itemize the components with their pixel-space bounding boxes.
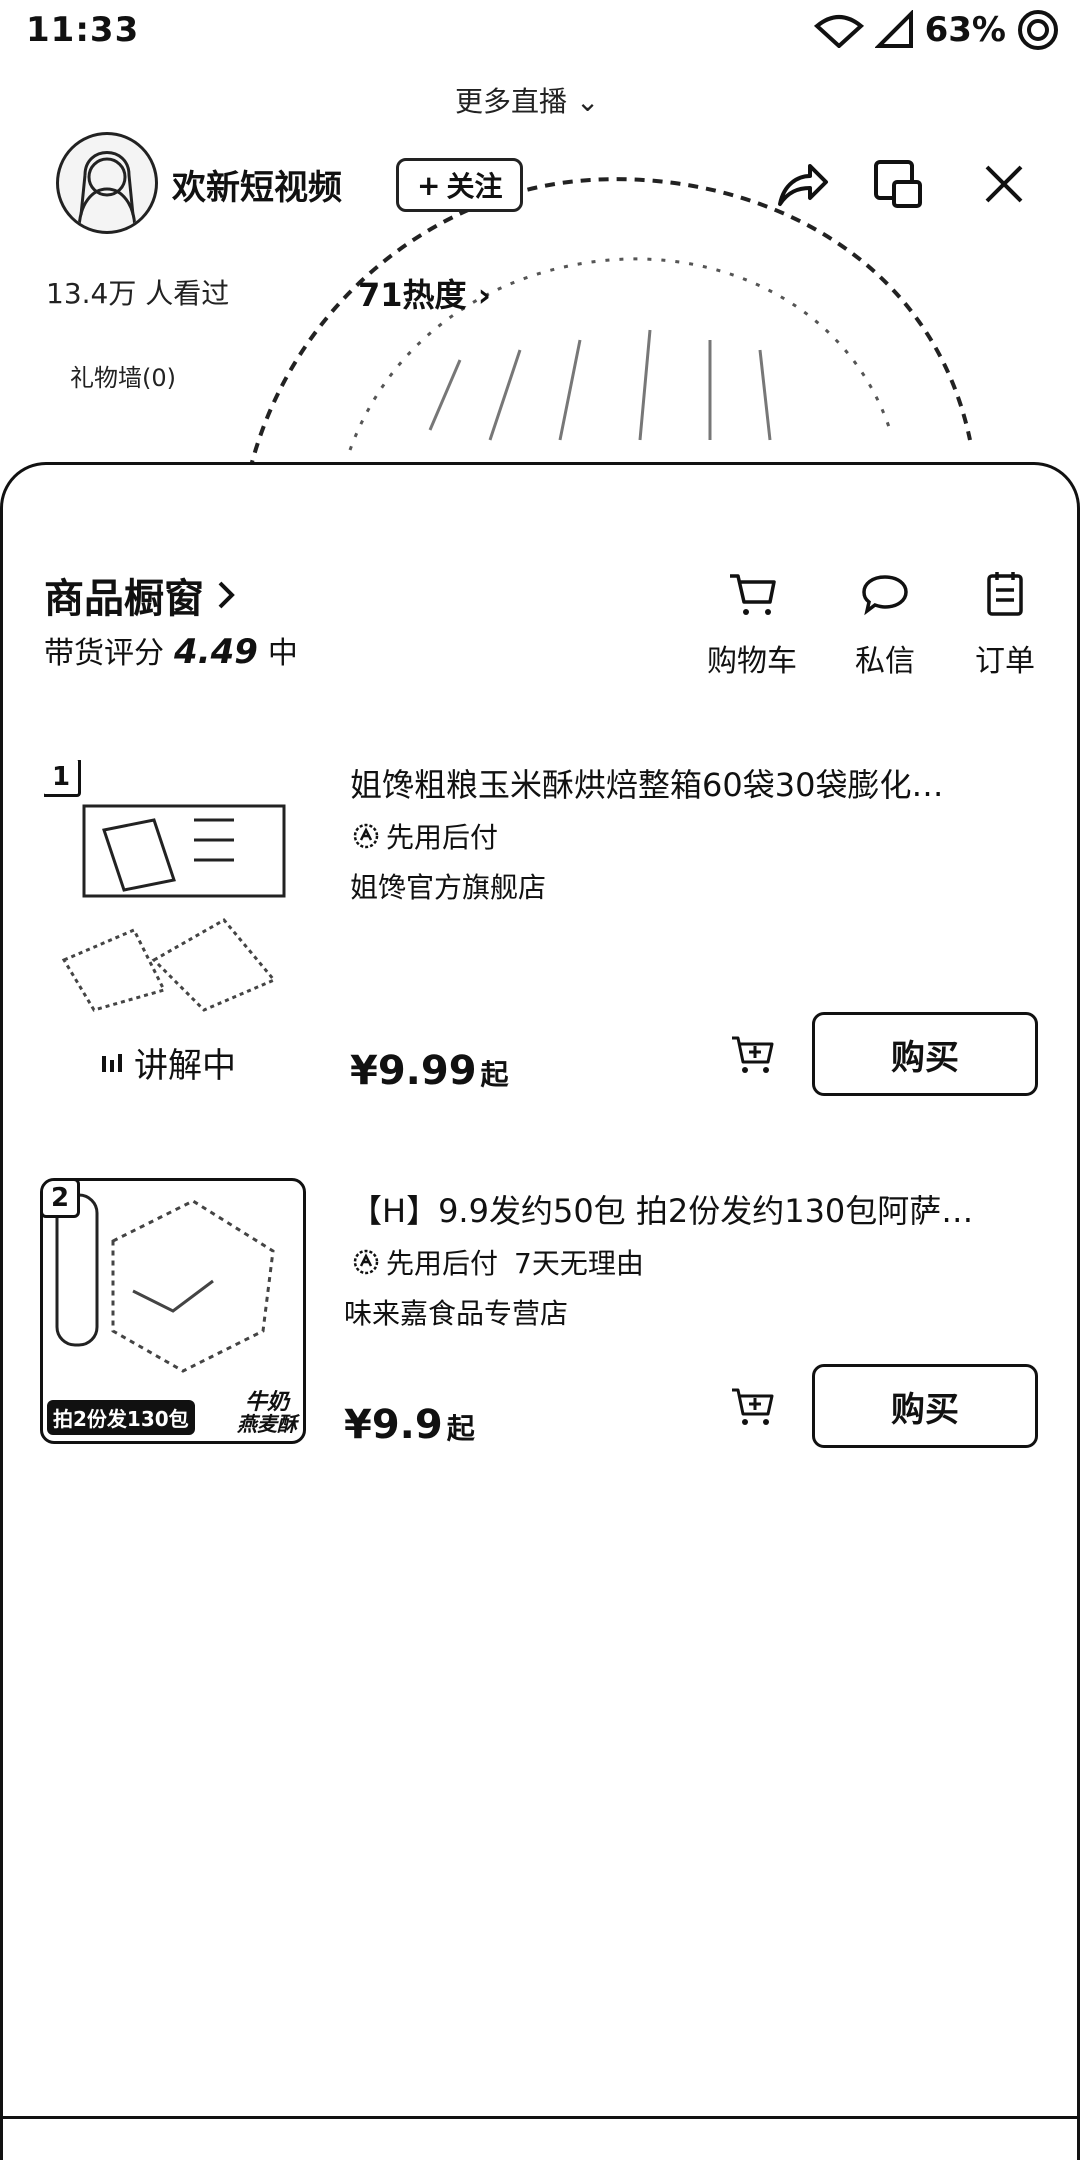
buy-button[interactable]: 购买 [812, 1364, 1038, 1448]
add-to-cart-button[interactable] [724, 1026, 780, 1082]
message-label: 私信 [855, 644, 915, 679]
rating-value: 4.49 [174, 632, 258, 672]
battery-ring-icon [1018, 10, 1058, 50]
follow-button[interactable]: + 关注 [396, 158, 524, 212]
add-to-cart-button[interactable] [724, 1378, 780, 1434]
shop-name[interactable]: 味来嘉食品专营店 [344, 1292, 568, 1332]
add-to-cart-icon [732, 1388, 774, 1425]
pay-later-tag: 先用后付 [352, 816, 498, 856]
more-live-label: 更多直播 [455, 85, 568, 118]
buy-button[interactable]: 购买 [812, 1012, 1038, 1096]
flavor-line-1: 牛奶 [244, 1389, 289, 1415]
product-title[interactable]: 【H】9.9发约50包 拍2份发约130包阿萨… [350, 1186, 1040, 1232]
thumbnail-flavor-caption: 牛奶 燕麦酥 [237, 1391, 297, 1435]
hot-label: 71热度 [358, 276, 467, 314]
share-arrow-icon [778, 164, 828, 206]
follow-label: 关注 [446, 170, 503, 203]
price-value: ¥9.99 [350, 1048, 477, 1094]
message-button[interactable]: 私信 [830, 566, 940, 680]
hot-ranking-link[interactable]: 71热度 › [358, 270, 491, 316]
product-tags: 先用后付 7天无理由 [352, 1242, 644, 1282]
share-button[interactable] [770, 152, 834, 216]
showcase-title: 商品橱窗 [44, 576, 204, 622]
orders-label: 订单 [975, 644, 1035, 679]
sales-rating: 带货评分 4.49 中 [44, 628, 298, 672]
rank-badge: 2 [43, 1181, 80, 1218]
thumbnail-promo-caption: 拍2份发130包 [47, 1400, 195, 1435]
chevron-right-icon [218, 581, 235, 609]
plus-icon: + [417, 168, 441, 202]
rating-label: 带货评分 [44, 636, 164, 671]
product-card[interactable]: 2 拍2份发130包 牛奶 燕麦酥 【H】9.9发约50包 拍2份发约130包阿… [0, 1166, 1080, 1586]
more-live-link[interactable]: 更多直播 ⌄ [455, 80, 599, 120]
pay-later-tag: 先用后付 [352, 1242, 498, 1282]
close-button[interactable] [972, 152, 1036, 216]
explaining-status: 讲解中 [100, 1038, 236, 1087]
battery-level: 63% [924, 10, 1006, 50]
product-card[interactable]: 1 讲解中 姐馋粗粮玉米酥烘焙整箱60袋30袋膨化… 先用后付 姐馋官方旗舰店 … [0, 740, 1080, 1160]
product-thumbnail[interactable]: 1 [44, 760, 310, 1026]
cart-button[interactable]: 购物车 [697, 566, 807, 680]
order-icon [987, 572, 1023, 616]
pay-later-icon [353, 1249, 379, 1275]
rank-badge: 1 [44, 760, 81, 797]
picture-in-picture-icon [874, 160, 922, 208]
rating-level: 中 [267, 636, 298, 671]
shop-name[interactable]: 姐馋官方旗舰店 [350, 866, 546, 906]
tag-label: 先用后付 [386, 821, 499, 854]
cart-icon [730, 574, 776, 615]
status-icons: 63% [813, 8, 1060, 52]
product-thumbnail[interactable]: 2 拍2份发130包 牛奶 燕麦酥 [40, 1178, 306, 1444]
avatar-image [77, 151, 137, 231]
showcase-title-link[interactable]: 商品橱窗 [44, 566, 238, 624]
return-policy-tag: 7天无理由 [514, 1242, 644, 1282]
product-price: ¥9.99 起 [350, 1048, 509, 1094]
pay-later-icon [353, 823, 379, 849]
gift-wall[interactable]: 礼物墙(0) [70, 358, 176, 393]
tag-label: 先用后付 [386, 1247, 499, 1280]
tag-label: 7天无理由 [514, 1247, 644, 1280]
product-title[interactable]: 姐馋粗粮玉米酥烘焙整箱60袋30袋膨化… [350, 760, 1040, 806]
close-icon [985, 165, 1023, 203]
message-icon [862, 575, 908, 616]
host-name[interactable]: 欢新短视频 [172, 160, 342, 209]
product-image [61, 804, 286, 1012]
price-value: ¥9.9 [344, 1402, 443, 1448]
cart-label: 购物车 [707, 644, 797, 679]
wifi-icon [813, 15, 864, 48]
host-avatar[interactable] [56, 132, 158, 234]
status-time: 11:33 [26, 10, 140, 50]
flavor-line-2: 燕麦酥 [237, 1412, 297, 1436]
add-to-cart-icon [732, 1036, 774, 1073]
product-price: ¥9.9 起 [344, 1402, 475, 1448]
navigation-bar-divider [0, 2116, 1080, 2119]
chevron-down-icon: ⌄ [575, 85, 600, 118]
chevron-right-icon: › [477, 276, 491, 314]
price-suffix: 起 [446, 1412, 475, 1445]
explaining-label: 讲解中 [134, 1046, 236, 1086]
mini-window-button[interactable] [866, 152, 930, 216]
product-tags: 先用后付 [352, 816, 498, 856]
orders-button[interactable]: 订单 [950, 566, 1060, 680]
viewer-count: 13.4万 人看过 [46, 277, 230, 310]
price-suffix: 起 [480, 1058, 509, 1091]
signal-icon [874, 10, 913, 48]
live-wave-icon [102, 1053, 122, 1072]
